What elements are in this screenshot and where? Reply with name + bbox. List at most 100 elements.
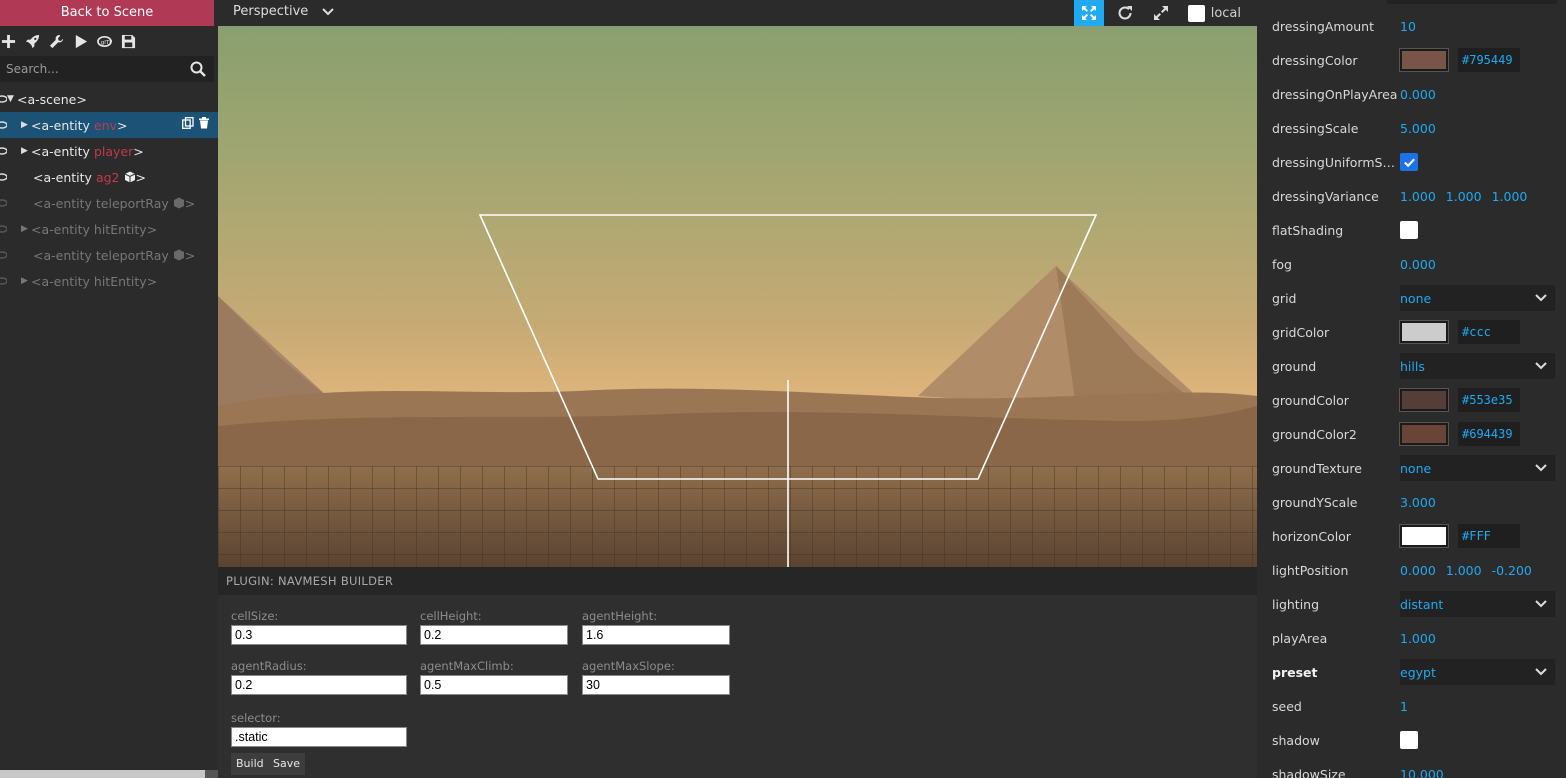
tree-node-id: env — [93, 117, 117, 133]
color-swatch[interactable] — [1399, 422, 1449, 446]
local-checkbox[interactable] — [1187, 4, 1205, 22]
tree-node-close: > — [133, 143, 144, 159]
vec-x-input[interactable]: 0.000 — [1400, 563, 1436, 578]
clone-icon[interactable] — [182, 117, 194, 129]
number-input[interactable]: 10.000 — [1400, 767, 1444, 778]
visibility-eye-icon[interactable] — [0, 224, 7, 234]
tree-node-hitentity[interactable]: ▶ <a-entity hitEntity > — [0, 216, 218, 242]
shadow-checkbox[interactable] — [1400, 731, 1418, 749]
color-hex-input[interactable]: #694439 — [1458, 422, 1520, 446]
rocket-icon[interactable] — [24, 33, 40, 49]
tree-node-player[interactable]: ▶ <a-entity player > — [0, 138, 218, 164]
expand-caret-icon[interactable]: ▶ — [21, 224, 31, 234]
visibility-eye-icon[interactable] — [0, 146, 7, 156]
play-icon[interactable] — [72, 33, 88, 49]
number-input[interactable]: 1 — [1400, 699, 1408, 714]
tree-node-teleportray[interactable]: <a-entity teleportRay > — [0, 190, 218, 216]
visibility-eye-icon[interactable] — [0, 120, 7, 130]
camera-select[interactable]: Perspective — [233, 4, 335, 19]
scale-tool-button[interactable] — [1146, 0, 1176, 26]
tree-node-close: > — [135, 169, 146, 185]
color-hex-input[interactable]: #ccc — [1458, 320, 1520, 344]
delete-icon[interactable] — [198, 117, 210, 129]
agentmaxslope-input[interactable] — [582, 675, 730, 695]
color-hex-input[interactable]: #553e35 — [1458, 388, 1520, 412]
tree-node-hitentity[interactable]: ▶ <a-entity hitEntity > — [0, 268, 218, 294]
scrollbar-thumb[interactable] — [0, 770, 205, 778]
prop-shadowsize: shadowSize 10.000 — [1272, 757, 1566, 778]
tree-node-scene[interactable]: ▼ <a-scene> — [0, 86, 218, 112]
field-cellheight: cellHeight: — [420, 609, 568, 645]
mesh-cube-icon — [173, 197, 184, 209]
search-icon[interactable] — [190, 61, 206, 77]
tree-node-close: > — [116, 117, 128, 133]
3d-viewport[interactable] — [218, 26, 1257, 567]
field-label: selector: — [231, 711, 281, 725]
translate-tool-button[interactable] — [1073, 0, 1104, 26]
color-hex-input[interactable]: #795449 — [1458, 48, 1520, 72]
color-swatch[interactable] — [1399, 388, 1449, 412]
tree-node-label: <a-entity — [31, 117, 90, 133]
wrench-icon[interactable] — [48, 33, 64, 49]
back-to-scene-button[interactable]: Back to Scene — [0, 0, 214, 26]
number-input[interactable]: 1.000 — [1400, 631, 1436, 646]
build-button[interactable]: Build — [231, 753, 269, 775]
vec-x-input[interactable]: 1.000 — [1400, 189, 1436, 204]
color-hex-input[interactable]: #FFF — [1458, 524, 1520, 548]
save-button[interactable]: Save — [268, 753, 306, 775]
selector-input[interactable] — [231, 727, 407, 747]
agentradius-input[interactable] — [231, 675, 407, 695]
ground-select[interactable]: hills — [1400, 353, 1555, 379]
visibility-eye-icon[interactable] — [0, 172, 7, 182]
number-input[interactable]: 10 — [1400, 19, 1416, 34]
gltf-export-icon[interactable]: glTF — [96, 33, 112, 49]
agentheight-input[interactable] — [582, 625, 730, 645]
add-entity-icon[interactable] — [0, 33, 16, 49]
local-toggle[interactable]: local — [1187, 4, 1241, 22]
lighting-select[interactable]: distant — [1400, 591, 1555, 617]
cellsize-input[interactable] — [231, 625, 407, 645]
color-swatch[interactable] — [1399, 48, 1449, 72]
prop-label: playArea — [1272, 630, 1328, 646]
tree-node-ag2[interactable]: <a-entity ag2 > — [0, 164, 218, 190]
rotate-tool-button[interactable] — [1110, 0, 1140, 26]
save-icon[interactable] — [120, 33, 136, 49]
expand-caret-icon[interactable]: ▶ — [21, 120, 31, 130]
visibility-eye-icon[interactable] — [0, 250, 7, 260]
horizontal-scrollbar[interactable] — [0, 770, 218, 778]
expand-caret-icon[interactable]: ▶ — [21, 146, 31, 156]
tree-node-close: > — [146, 273, 158, 289]
visibility-eye-icon[interactable] — [0, 276, 7, 286]
dressinguniformscale-checkbox[interactable] — [1400, 153, 1418, 171]
search-input[interactable] — [0, 56, 214, 82]
vec-y-input[interactable]: 1.000 — [1446, 563, 1482, 578]
vec-z-input[interactable]: 1.000 — [1492, 189, 1528, 204]
color-swatch[interactable] — [1399, 524, 1449, 548]
number-input[interactable]: 0.000 — [1400, 257, 1436, 272]
vec-y-input[interactable]: 1.000 — [1446, 189, 1482, 204]
tree-node-teleportray[interactable]: <a-entity teleportRay > — [0, 242, 218, 268]
select-value: egypt — [1400, 664, 1436, 680]
expand-caret-icon[interactable]: ▼ — [7, 94, 17, 104]
expand-caret-icon[interactable]: ▶ — [21, 276, 31, 286]
color-swatch[interactable] — [1399, 320, 1449, 344]
flatshading-checkbox[interactable] — [1400, 221, 1418, 239]
scene-graph-panel: Back to Scene glTF ▼ <a-scen — [0, 0, 218, 778]
agentmaxclimb-input[interactable] — [420, 675, 568, 695]
groundtexture-select[interactable]: none — [1400, 455, 1555, 481]
vec-z-input[interactable]: -0.200 — [1492, 563, 1532, 578]
field-label: agentMaxSlope: — [582, 659, 675, 673]
select-value: distant — [1400, 596, 1444, 612]
prop-label: shadow — [1272, 732, 1320, 748]
prop-label: lighting — [1272, 596, 1320, 612]
tree-node-env[interactable]: ▶ <a-entity env > — [0, 112, 218, 138]
prop-label: flatShading — [1272, 222, 1344, 238]
preset-select[interactable]: egypt — [1400, 659, 1555, 685]
grid-select[interactable]: none — [1400, 285, 1555, 311]
visibility-eye-icon[interactable] — [0, 198, 7, 208]
visibility-eye-icon[interactable] — [0, 94, 7, 104]
number-input[interactable]: 3.000 — [1400, 495, 1436, 510]
cellheight-input[interactable] — [420, 625, 568, 645]
number-input[interactable]: 0.000 — [1400, 87, 1436, 102]
number-input[interactable]: 5.000 — [1400, 121, 1436, 136]
